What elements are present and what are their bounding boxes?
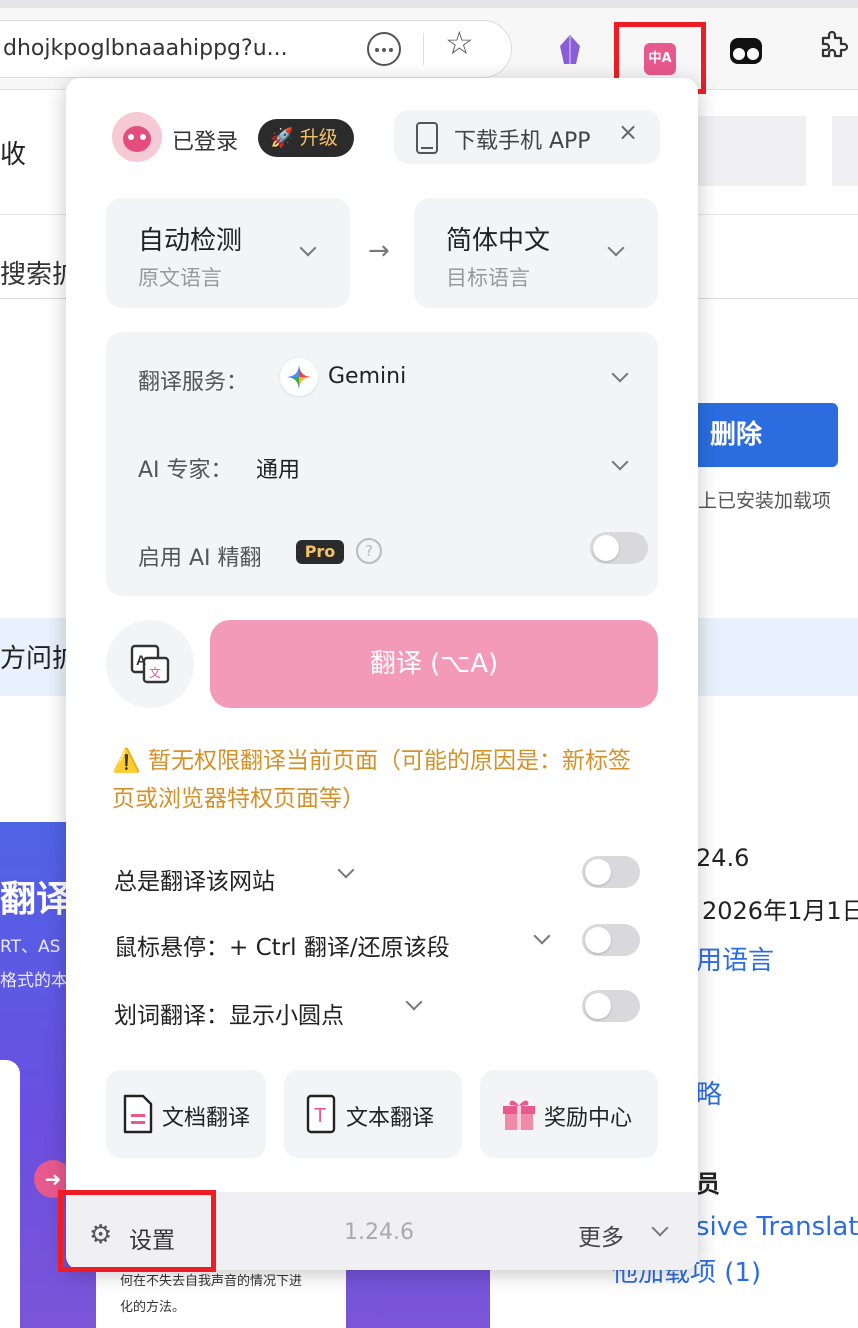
window-top-edge bbox=[0, 0, 858, 8]
document-translate-button[interactable]: 文档翻译 bbox=[106, 1070, 266, 1158]
text-icon: T bbox=[306, 1094, 336, 1134]
svg-text:A: A bbox=[136, 652, 146, 668]
target-language-value: 简体中文 bbox=[446, 226, 551, 256]
url-text[interactable]: dhojkpoglbnaaahippg?u... bbox=[3, 36, 288, 61]
source-language-caption: 原文语言 bbox=[138, 266, 222, 290]
chevron-down-icon bbox=[299, 239, 317, 257]
policy-link[interactable]: 略 bbox=[696, 1074, 722, 1111]
selection-translate-toggle[interactable] bbox=[582, 990, 640, 1022]
text-translate-label: 文本翻译 bbox=[346, 1106, 435, 1131]
chevron-down-icon[interactable] bbox=[405, 993, 423, 1011]
translate-button[interactable]: 翻译 (⌥A) bbox=[210, 620, 658, 708]
rewards-center-label: 奖励中心 bbox=[544, 1106, 633, 1131]
gift-icon bbox=[503, 1100, 535, 1130]
gemini-icon bbox=[280, 358, 318, 396]
target-language-caption: 目标语言 bbox=[446, 266, 530, 290]
promo-subtitle: RT、AS bbox=[0, 937, 61, 957]
service-label: 翻译服务： bbox=[138, 370, 249, 395]
avatar[interactable] bbox=[112, 112, 162, 162]
pro-badge: Pro bbox=[296, 540, 344, 564]
close-icon[interactable]: × bbox=[618, 120, 638, 144]
ai-refine-toggle[interactable] bbox=[590, 532, 648, 564]
avatar-eye bbox=[128, 134, 134, 140]
page-heading-fragment: 收 bbox=[0, 140, 27, 170]
service-value[interactable]: Gemini bbox=[328, 364, 406, 389]
delete-extension-button[interactable]: 删除 bbox=[690, 403, 838, 467]
promo-card-text: 化的方法。 bbox=[120, 1300, 186, 1315]
address-bar-divider bbox=[423, 33, 424, 65]
document-icon bbox=[123, 1094, 153, 1134]
promo-card bbox=[0, 1060, 20, 1328]
svg-text:T: T bbox=[314, 1105, 326, 1127]
background-tab-box bbox=[690, 116, 806, 186]
settings-button[interactable]: 设置 bbox=[129, 1221, 175, 1255]
hover-translate-toggle[interactable] bbox=[582, 924, 640, 956]
arrow-right-icon: → bbox=[368, 236, 390, 266]
rewards-center-button[interactable]: 奖励中心 bbox=[480, 1070, 658, 1158]
translate-page-icon-button[interactable]: A 文 bbox=[106, 620, 194, 708]
promo-subtitle: 格式的本 bbox=[0, 971, 68, 991]
chevron-down-icon[interactable] bbox=[611, 453, 629, 471]
always-translate-site-option[interactable]: 总是翻译该网站 bbox=[114, 862, 275, 896]
chevron-down-icon[interactable] bbox=[611, 365, 629, 383]
translate-popup: 已登录 🚀 升级 下载手机 APP × 自动检测 原文语言 → 简体中文 目标语… bbox=[66, 78, 698, 1270]
address-bar[interactable]: dhojkpoglbnaaahippg?u... ☆ bbox=[0, 20, 512, 78]
chevron-down-icon[interactable] bbox=[533, 927, 551, 945]
phone-icon bbox=[416, 122, 438, 154]
immersive-translate-link[interactable]: sive Translate bbox=[696, 1212, 858, 1242]
rocket-icon: 🚀 bbox=[270, 127, 294, 149]
extensions-puzzle-icon[interactable] bbox=[816, 28, 852, 64]
addon-version-fragment: 24.6 bbox=[696, 844, 750, 872]
target-language-select[interactable]: 简体中文 目标语言 bbox=[414, 198, 658, 308]
promo-card-text: 何在不失去自我声音的情况下进 bbox=[120, 1274, 303, 1289]
bookmark-star-icon[interactable]: ☆ bbox=[445, 27, 474, 59]
chevron-down-icon[interactable] bbox=[651, 1219, 669, 1237]
upgrade-label: 升级 bbox=[299, 127, 338, 149]
svg-text:文: 文 bbox=[149, 665, 161, 680]
avatar-face bbox=[123, 126, 151, 152]
translation-service-panel: 翻译服务： Gemini AI 专家： 通用 启用 AI 精翻 Pro ? bbox=[106, 332, 658, 596]
translate-icon: A 文 bbox=[130, 644, 170, 684]
source-language-select[interactable]: 自动检测 原文语言 bbox=[106, 198, 350, 308]
hover-translate-option[interactable]: 鼠标悬停：+ Ctrl 翻译/还原该段 bbox=[114, 928, 450, 962]
translate-extension-icon[interactable]: 中A bbox=[644, 43, 676, 75]
ai-expert-label: AI 专家： bbox=[138, 458, 233, 483]
tampermonkey-extension-icon[interactable] bbox=[728, 32, 764, 68]
installed-addons-text: 上已安装加载项 bbox=[698, 490, 832, 512]
document-translate-label: 文档翻译 bbox=[162, 1106, 251, 1131]
languages-link[interactable]: 用语言 bbox=[696, 940, 774, 977]
chevron-down-icon bbox=[607, 239, 625, 257]
addon-date-fragment: 2026年1月1日 bbox=[702, 897, 858, 925]
permission-warning: ⚠️ 暂无权限翻译当前页面（可能的原因是：新标签页或浏览器特权页面等） bbox=[112, 748, 631, 812]
more-actions-icon[interactable] bbox=[367, 32, 401, 66]
download-app-banner[interactable]: 下载手机 APP × bbox=[394, 110, 660, 164]
ai-expert-value[interactable]: 通用 bbox=[256, 452, 300, 484]
version-label: 1.24.6 bbox=[344, 1220, 414, 1245]
settings-highlight: ⚙ 设置 bbox=[58, 1190, 216, 1272]
text-translate-button[interactable]: T 文本翻译 bbox=[284, 1070, 462, 1158]
chevron-down-icon[interactable] bbox=[337, 861, 355, 879]
help-icon[interactable]: ? bbox=[356, 538, 382, 564]
gear-icon[interactable]: ⚙ bbox=[89, 1222, 112, 1248]
always-translate-toggle[interactable] bbox=[582, 856, 640, 888]
more-menu-label[interactable]: 更多 bbox=[578, 1218, 624, 1252]
avatar-eye bbox=[140, 134, 146, 140]
ai-refine-label: 启用 AI 精翻 bbox=[138, 546, 262, 571]
login-status: 已登录 bbox=[172, 130, 239, 155]
selection-translate-option[interactable]: 划词翻译：显示小圆点 bbox=[114, 996, 344, 1030]
member-heading: 员 bbox=[696, 1170, 720, 1198]
background-tab-box bbox=[832, 116, 858, 186]
source-language-value: 自动检测 bbox=[138, 226, 243, 256]
download-app-label: 下载手机 APP bbox=[454, 129, 591, 154]
gem-extension-icon[interactable] bbox=[552, 32, 588, 68]
upgrade-button[interactable]: 🚀 升级 bbox=[258, 119, 354, 157]
